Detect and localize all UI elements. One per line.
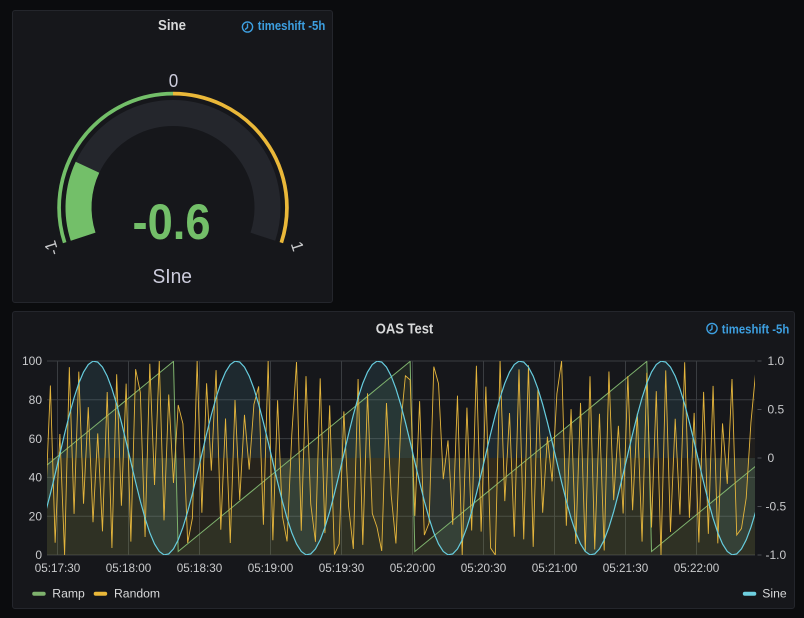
svg-text:05:22:00: 05:22:00 [673,562,719,575]
svg-text:-1: -1 [41,238,63,257]
svg-text:05:21:30: 05:21:30 [602,562,648,575]
svg-text:05:20:00: 05:20:00 [389,562,435,575]
svg-text:Sine: Sine [158,17,186,33]
svg-text:05:18:00: 05:18:00 [105,562,151,575]
svg-text:05:17:30: 05:17:30 [34,562,80,575]
svg-text:05:21:00: 05:21:00 [531,562,577,575]
svg-text:0.5: 0.5 [767,403,784,417]
svg-text:timeshift -5h: timeshift -5h [257,18,325,32]
svg-text:-1.0: -1.0 [765,548,786,562]
svg-text:-0.5: -0.5 [765,500,786,514]
svg-text:05:19:30: 05:19:30 [318,562,364,575]
svg-text:OAS Test: OAS Test [375,321,433,337]
svg-text:0: 0 [767,451,774,465]
svg-text:1: 1 [286,239,306,253]
svg-text:SIne: SIne [152,265,192,288]
svg-text:Ramp: Ramp [52,587,85,601]
svg-text:20: 20 [28,509,42,523]
svg-text:60: 60 [28,432,42,446]
svg-text:80: 80 [28,393,42,407]
svg-text:Sine: Sine [762,587,787,601]
svg-text:05:19:00: 05:19:00 [247,562,293,575]
svg-text:timeshift -5h: timeshift -5h [721,322,789,336]
svg-text:0: 0 [168,71,178,91]
svg-text:05:20:30: 05:20:30 [460,562,506,575]
svg-text:0: 0 [35,548,42,562]
svg-text:100: 100 [21,354,41,368]
svg-text:Random: Random [114,587,160,601]
svg-text:-0.6: -0.6 [132,194,210,250]
svg-text:1.0: 1.0 [767,354,784,368]
svg-text:40: 40 [28,471,42,485]
svg-text:05:18:30: 05:18:30 [176,562,222,575]
